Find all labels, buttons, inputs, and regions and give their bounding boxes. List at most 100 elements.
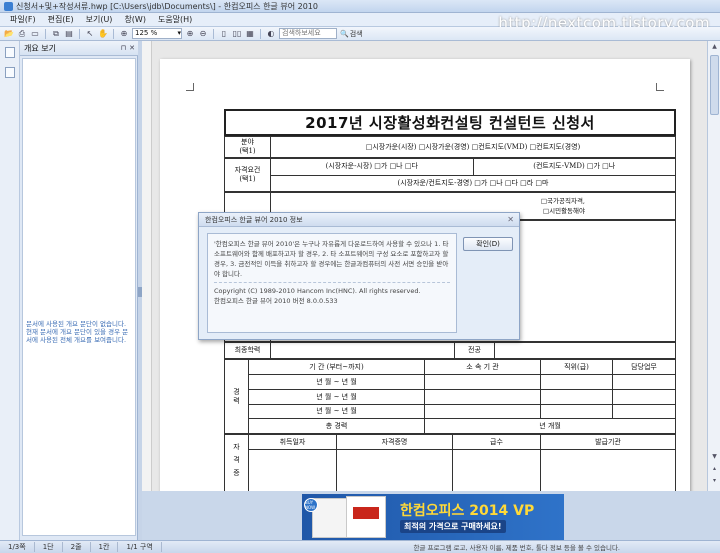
menu-file[interactable]: 파일(F) — [4, 14, 42, 25]
cert-grade[interactable] — [453, 450, 541, 491]
career-position[interactable] — [541, 390, 613, 404]
form-title: 2017년 시장활성화컨설팅 컨설턴트 신청서 — [224, 109, 676, 136]
menu-help[interactable]: 도움말(H) — [152, 14, 198, 25]
search-button[interactable]: 🔍 검색 — [340, 29, 363, 39]
career-period: 년 월 ~ 년 월 — [249, 390, 425, 404]
career-total-label: 총 경력 — [249, 419, 425, 433]
close-icon[interactable]: ✕ — [507, 215, 514, 224]
certificate-label: 자 격 증 — [225, 435, 249, 491]
window-title: 신청서+및+작성서류.hwp [C:\Users\jdb\Documents\]… — [16, 1, 318, 11]
career-duty[interactable] — [613, 405, 675, 418]
cert-issuer[interactable] — [541, 450, 675, 491]
hand-icon[interactable]: ✋ — [98, 29, 108, 39]
menu-view[interactable]: 보기(U) — [80, 14, 119, 25]
panel-header: 개요 보기 ⊓ ✕ — [20, 41, 138, 56]
vertical-scrollbar[interactable]: ▲ ▼ ▴ ▾ — [707, 41, 720, 491]
page-up-icon[interactable]: ▴ — [710, 465, 719, 474]
page-fit-icon[interactable]: ▯ — [219, 29, 229, 39]
close-icon[interactable]: ✕ — [129, 44, 135, 52]
cert-header-issuer: 발급기관 — [595, 437, 621, 446]
page-down-icon[interactable]: ▾ — [710, 477, 719, 486]
status-bar: 1/3쪽 1단 2줄 1칸 1/1 구역 한글 프로그램 로고, 사용자 이름,… — [0, 540, 720, 553]
divider — [214, 282, 450, 283]
about-dialog: 한컴오피스 한글 뷰어 2010 정보 ✕ '한컴오피스 한글 뷰어 2010'… — [198, 212, 520, 340]
career-header-period: 기 간 (부터~까지) — [249, 360, 425, 374]
dialog-title-bar: 한컴오피스 한글 뷰어 2010 정보 ✕ — [199, 213, 519, 227]
cert-header-grade: 급수 — [453, 435, 541, 449]
toolbar-divider — [113, 28, 114, 39]
version-text: 한컴오피스 한글 뷰어 2010 버전 8.0.0.533 — [214, 297, 338, 305]
form-row-career: 경 력 기 간 (부터~까지) 소 속 기 관 직위(급) 담당업무 년 월 ~… — [224, 359, 676, 434]
menu-edit[interactable]: 편집(E) — [42, 14, 80, 25]
status-page: 1/3쪽 — [0, 542, 35, 552]
cert-name[interactable] — [337, 450, 453, 491]
career-duty[interactable] — [613, 375, 675, 389]
career-position[interactable] — [541, 405, 613, 418]
title-bar: 신청서+및+작성서류.hwp [C:\Users\jdb\Documents\]… — [0, 0, 720, 13]
education-label: 최종학력 — [225, 343, 271, 358]
outline-tab-icon[interactable] — [5, 47, 15, 58]
zoom-out-icon[interactable]: ⊖ — [198, 29, 208, 39]
major-value[interactable] — [495, 343, 675, 358]
two-page-icon[interactable]: ▯▯ — [232, 29, 242, 39]
scroll-thumb[interactable] — [710, 55, 719, 115]
pin-icon[interactable]: ⊓ — [121, 44, 126, 52]
ad-banner[interactable]: BUY NOW 한컴오피스 2014 VP 최적의 가격으로 구매하세요! — [302, 494, 564, 540]
banner-tagline: 최적의 가격으로 구매하세요! — [400, 520, 506, 533]
qualification-extra-2: □시민활동해야 — [542, 207, 585, 215]
outline-empty-message: 문서에 사용된 개요 문단이 없습니다. 현재 문서에 개요 문단이 있을 경우… — [26, 320, 129, 344]
toolbar-divider — [45, 28, 46, 39]
scroll-down-icon[interactable]: ▼ — [710, 453, 719, 462]
status-line: 2줄 — [63, 542, 91, 552]
major-label: 전공 — [455, 343, 495, 358]
zoom-in-icon[interactable]: ⊕ — [185, 29, 195, 39]
search-engine-icon[interactable]: ◐ — [266, 29, 276, 39]
status-message: 한글 프로그램 로고, 사용자 이름, 제품 번호, 툴다 정보 등을 볼 수 … — [413, 544, 620, 552]
search-input[interactable] — [279, 28, 337, 39]
copyright-text: Copyright (C) 1989-2010 Hancom Inc(HNC).… — [214, 287, 421, 295]
education-value[interactable] — [271, 343, 455, 358]
zoom-value: 125 % — [135, 29, 158, 37]
career-position[interactable] — [541, 375, 613, 389]
menu-window[interactable]: 창(W) — [118, 14, 152, 25]
dialog-title: 한컴오피스 한글 뷰어 2010 정보 — [205, 215, 303, 224]
ok-button[interactable]: 확인(D) — [463, 237, 513, 251]
print-preview-icon[interactable]: ▭ — [30, 29, 40, 39]
cursor-icon[interactable]: ↖ — [85, 29, 95, 39]
search-button-label: 검색 — [349, 29, 363, 38]
zoom-icon[interactable]: ⊕ — [119, 29, 129, 39]
cert-date[interactable] — [249, 450, 337, 491]
career-period: 년 월 ~ 년 월 — [249, 375, 425, 389]
multi-page-icon[interactable]: ▦ — [245, 29, 255, 39]
buy-now-badge: BUY NOW — [304, 498, 318, 512]
thumbnail-tab-icon[interactable] — [5, 67, 15, 78]
cert-header-date: 취득일자 — [249, 435, 337, 449]
cert-header-name: 자격증명 — [337, 435, 453, 449]
copy-icon[interactable]: ⧉ — [51, 29, 61, 39]
career-org[interactable] — [425, 405, 541, 418]
chevron-down-icon: ▾ — [177, 29, 181, 37]
career-org[interactable] — [425, 375, 541, 389]
career-duty[interactable] — [613, 390, 675, 404]
qualification-extra-1: □국가공직자격, — [540, 197, 585, 205]
outline-sidebar: 개요 보기 ⊓ ✕ 문서에 사용된 개요 문단이 없습니다. 현재 문서에 개요… — [0, 41, 138, 540]
select-icon[interactable]: ▤ — [64, 29, 74, 39]
toolbar-divider — [213, 28, 214, 39]
banner-headline: 한컴오피스 2014 VP — [400, 503, 535, 519]
career-label: 경 력 — [225, 360, 249, 433]
search-icon: 🔍 — [340, 29, 349, 38]
qualification-vmd: (컨트지도-VMD) □가 □나 — [533, 162, 616, 171]
qualification-management: (시장자운/컨트지도-경영) □가 □나 □다 □라 □마 — [397, 178, 549, 187]
career-org[interactable] — [425, 390, 541, 404]
qualification-market: (시장자운-시장) □가 □나 □다 — [271, 159, 474, 175]
field-options: □시장가운(시장) □시장가운(경영) □컨트지도(VMD) □컨트지도(경영) — [365, 142, 581, 151]
zoom-select[interactable]: 125 % ▾ — [132, 28, 182, 39]
scroll-up-icon[interactable]: ▲ — [710, 43, 719, 52]
toolbar: 📂 ⎙ ▭ ⧉ ▤ ↖ ✋ ⊕ 125 % ▾ ⊕ ⊖ ▯ ▯▯ ▦ ◐ 🔍 검… — [0, 27, 720, 41]
form-row-field: 분야 (택1) □시장가운(시장) □시장가운(경영) □컨트지도(VMD) □… — [224, 136, 676, 158]
sidebar-tabs — [0, 41, 20, 540]
app-icon — [4, 1, 13, 11]
open-folder-icon[interactable]: 📂 — [4, 29, 14, 39]
print-icon[interactable]: ⎙ — [17, 29, 27, 39]
status-position: 1/1 구역 — [118, 542, 162, 552]
